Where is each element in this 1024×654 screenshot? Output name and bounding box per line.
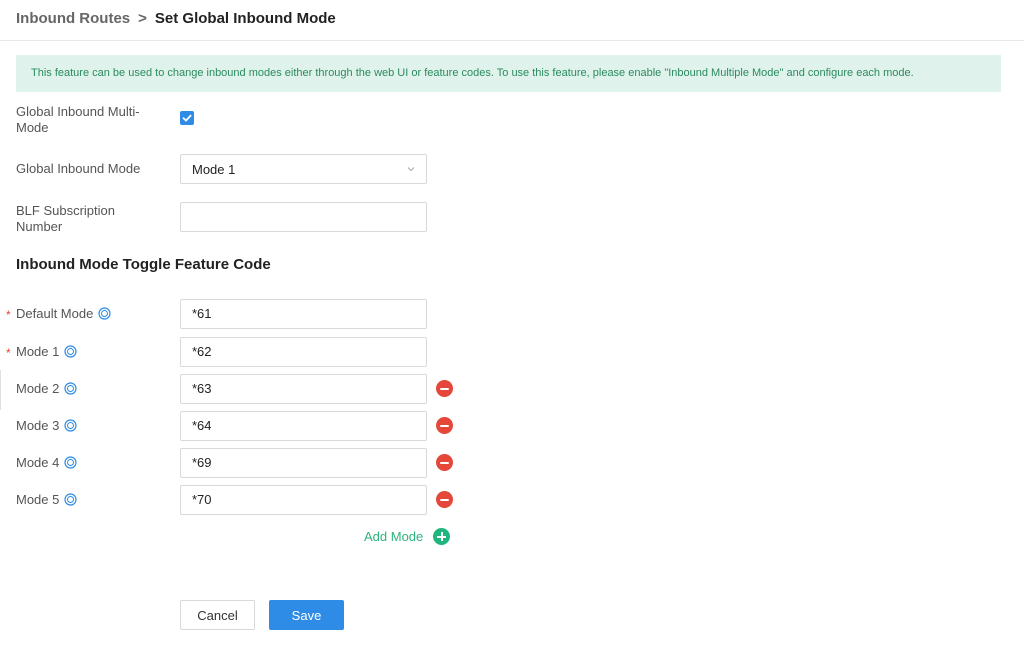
breadcrumb-separator: > [138,10,147,27]
plus-circle-icon[interactable] [433,528,451,545]
default-mode-input[interactable]: *61 [180,299,427,329]
info-notice: This feature can be used to change inbou… [16,55,1001,92]
multi-mode-checkbox[interactable] [180,111,194,125]
required-marker: * [6,308,11,322]
remove-mode-2-icon[interactable] [436,380,453,397]
save-button[interactable]: Save [269,600,344,630]
mode-2-input[interactable]: *63 [180,374,427,404]
mode-1-input[interactable]: *62 [180,337,427,367]
mode-3-input[interactable]: *64 [180,411,427,441]
breadcrumb-inbound-routes[interactable]: Inbound Routes [16,10,130,27]
global-mode-value: Mode 1 [192,162,236,177]
default-mode-label: Default Mode [16,306,111,322]
page-title: Set Global Inbound Mode [154,10,336,27]
mode-2-label: Mode 2 [16,381,77,397]
chevron-down-icon [407,167,415,172]
global-mode-select[interactable]: Mode 1 [180,154,427,184]
help-icon[interactable] [64,456,77,469]
help-icon[interactable] [64,419,77,432]
blf-label: BLF Subscription Number [16,203,115,234]
add-mode-button[interactable]: Add Mode [364,528,451,545]
section-title: Inbound Mode Toggle Feature Code [16,256,271,273]
mode-3-label: Mode 3 [16,418,77,434]
help-icon[interactable] [64,345,77,358]
check-icon [182,114,192,122]
required-marker: * [6,346,11,360]
global-mode-label: Global Inbound Mode [16,161,141,176]
help-icon[interactable] [64,382,77,395]
remove-mode-5-icon[interactable] [436,491,453,508]
breadcrumb: Inbound Routes > Set Global Inbound Mode [16,10,336,27]
blf-input[interactable] [180,202,427,232]
remove-mode-3-icon[interactable] [436,417,453,434]
mode-4-label: Mode 4 [16,455,77,471]
mode-5-input[interactable]: *70 [180,485,427,515]
help-icon[interactable] [64,493,77,506]
help-icon[interactable] [98,307,111,320]
add-mode-label: Add Mode [364,529,424,544]
page-header: Inbound Routes > Set Global Inbound Mode [0,0,1024,41]
cancel-button[interactable]: Cancel [180,600,255,630]
mode-4-input[interactable]: *69 [180,448,427,478]
remove-mode-4-icon[interactable] [436,454,453,471]
multi-mode-label: Global Inbound Multi- Mode [16,104,140,135]
panel-edge-divider [0,370,1,410]
mode-5-label: Mode 5 [16,492,77,508]
mode-1-label: Mode 1 [16,344,77,360]
